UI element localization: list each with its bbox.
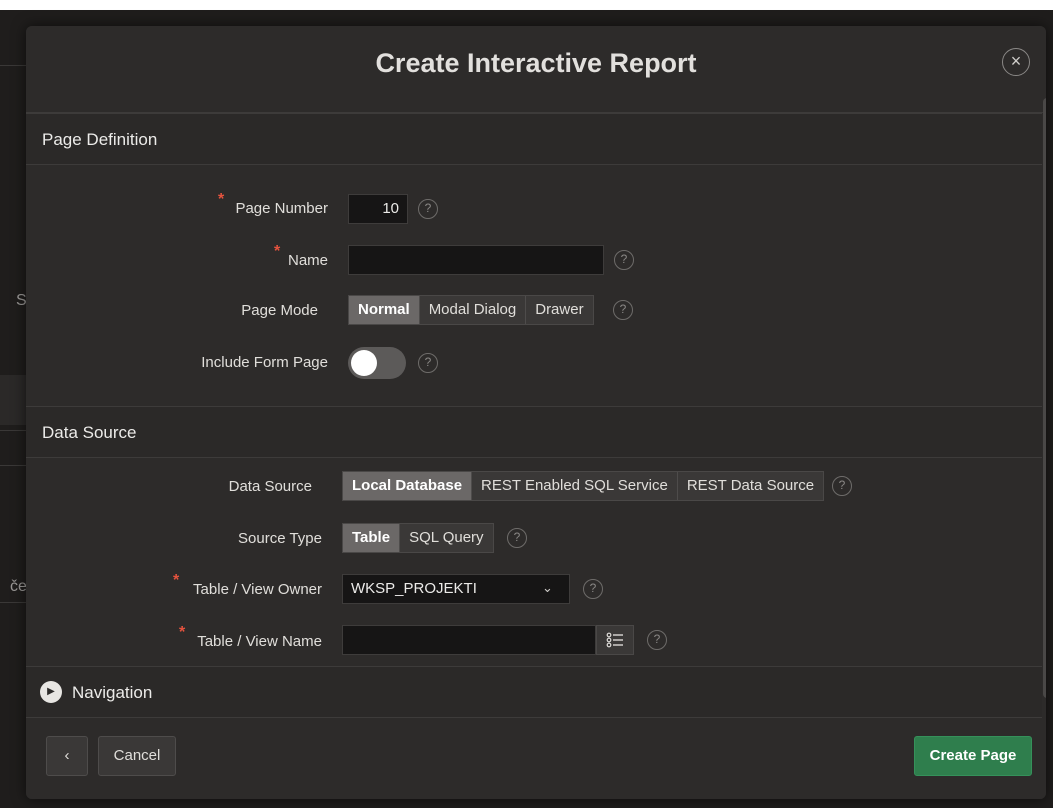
page-mode-option-modal-dialog[interactable]: Modal Dialog bbox=[420, 296, 527, 324]
create-page-button[interactable]: Create Page bbox=[914, 736, 1032, 776]
page-definition-body: * Page Number 10 ? * Name ? Page Mode No… bbox=[26, 165, 1042, 405]
data-source-segmented-control: Local Database REST Enabled SQL Service … bbox=[342, 471, 825, 501]
section-title-page-definition: Page Definition bbox=[42, 130, 158, 149]
expand-triangle-icon[interactable]: ▶ bbox=[40, 681, 62, 703]
create-interactive-report-dialog: Create Interactive Report × Page Definit… bbox=[26, 26, 1046, 799]
section-page-definition: Page Definition bbox=[26, 113, 1042, 165]
label-name: Name bbox=[287, 252, 328, 269]
previous-button[interactable]: ‹ bbox=[46, 736, 88, 776]
label-include-form-page: Include Form Page bbox=[201, 354, 328, 371]
page-number-input[interactable]: 10 bbox=[348, 194, 408, 224]
bg-text-ce: če bbox=[10, 578, 27, 595]
bg-divider bbox=[0, 602, 26, 603]
help-icon[interactable]: ? bbox=[418, 199, 438, 219]
help-icon[interactable]: ? bbox=[418, 353, 438, 373]
dialog-footer: ‹ Cancel Create Page bbox=[26, 718, 1046, 799]
data-source-body: Data Source Local Database REST Enabled … bbox=[26, 458, 1042, 665]
name-input[interactable] bbox=[348, 245, 604, 275]
page-mode-segmented-control: Normal Modal Dialog Drawer bbox=[348, 295, 594, 325]
bg-divider bbox=[0, 65, 26, 66]
page-mode-option-normal[interactable]: Normal bbox=[349, 296, 420, 324]
help-icon[interactable]: ? bbox=[583, 579, 603, 599]
navigation-region[interactable]: ▶ Navigation bbox=[26, 666, 1042, 718]
data-source-option-rest-enabled-sql[interactable]: REST Enabled SQL Service bbox=[472, 472, 678, 500]
source-type-option-sql-query[interactable]: SQL Query bbox=[400, 524, 492, 552]
dialog-title: Create Interactive Report bbox=[375, 48, 697, 78]
include-form-page-toggle[interactable] bbox=[348, 347, 406, 379]
source-type-segmented-control: Table SQL Query bbox=[342, 523, 494, 553]
label-table-view-name: Table / View Name bbox=[197, 633, 322, 650]
navigation-label[interactable]: Navigation bbox=[72, 683, 152, 703]
bg-divider bbox=[0, 465, 26, 466]
data-source-option-local-database[interactable]: Local Database bbox=[343, 472, 473, 500]
label-page-mode: Page Mode bbox=[241, 302, 318, 319]
label-data-source: Data Source bbox=[228, 478, 312, 495]
table-view-owner-select[interactable]: WKSP_PROJEKTI bbox=[342, 574, 570, 604]
source-type-option-table[interactable]: Table bbox=[343, 524, 401, 552]
label-source-type: Source Type bbox=[238, 530, 322, 547]
section-title-data-source: Data Source bbox=[42, 423, 137, 442]
help-icon[interactable]: ? bbox=[647, 630, 667, 650]
chevron-down-icon: ⌄ bbox=[542, 580, 553, 595]
bg-strip bbox=[0, 375, 26, 425]
dialog-scrollbar[interactable] bbox=[1043, 98, 1046, 698]
page-mode-option-drawer[interactable]: Drawer bbox=[526, 296, 592, 324]
label-table-view-owner: Table / View Owner bbox=[193, 581, 322, 598]
table-view-name-input[interactable] bbox=[342, 625, 596, 655]
list-of-values-icon[interactable] bbox=[596, 625, 634, 655]
help-icon[interactable]: ? bbox=[507, 528, 527, 548]
help-icon[interactable]: ? bbox=[613, 300, 633, 320]
close-icon[interactable]: × bbox=[1002, 48, 1030, 76]
help-icon[interactable]: ? bbox=[614, 250, 634, 270]
bg-divider bbox=[0, 430, 26, 431]
list-icon bbox=[606, 632, 623, 648]
section-data-source: Data Source bbox=[26, 406, 1042, 458]
help-icon[interactable]: ? bbox=[832, 476, 852, 496]
cancel-button[interactable]: Cancel bbox=[98, 736, 176, 776]
label-page-number: Page Number bbox=[235, 200, 328, 217]
dialog-title-bar: Create Interactive Report × bbox=[26, 26, 1046, 113]
toggle-knob bbox=[351, 350, 377, 376]
data-source-option-rest-data-source[interactable]: REST Data Source bbox=[678, 472, 823, 500]
